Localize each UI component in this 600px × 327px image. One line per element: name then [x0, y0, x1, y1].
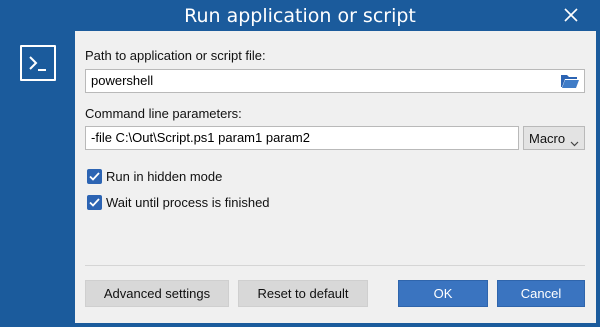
- checkmark-icon: [89, 172, 100, 181]
- run-application-dialog: Run application or script Path to applic…: [0, 0, 600, 327]
- path-label: Path to application or script file:: [85, 48, 266, 63]
- checkmark-icon: [89, 198, 100, 207]
- reset-default-button[interactable]: Reset to default: [238, 280, 368, 307]
- path-value: powershell: [91, 73, 154, 88]
- dialog-content: Path to application or script file: powe…: [75, 31, 596, 323]
- folder-open-icon[interactable]: [560, 72, 580, 90]
- dialog-title: Run application or script: [184, 5, 416, 27]
- hidden-mode-label: Run in hidden mode: [106, 169, 223, 184]
- wait-finish-checkbox[interactable]: [87, 195, 102, 210]
- close-icon[interactable]: [562, 6, 580, 24]
- sidebar: [0, 31, 75, 327]
- path-input[interactable]: powershell: [85, 69, 585, 93]
- chevron-down-icon: [570, 135, 579, 147]
- hidden-mode-checkbox[interactable]: [87, 169, 102, 184]
- params-label: Command line parameters:: [85, 106, 242, 121]
- terminal-icon: [20, 45, 56, 81]
- title-bar: Run application or script: [0, 0, 600, 31]
- advanced-settings-button[interactable]: Advanced settings: [85, 280, 229, 307]
- params-input[interactable]: -file C:\Out\Script.ps1 param1 param2: [85, 126, 519, 150]
- footer-divider: [85, 265, 585, 266]
- params-value: -file C:\Out\Script.ps1 param1 param2: [91, 130, 310, 145]
- wait-finish-label: Wait until process is finished: [106, 195, 270, 210]
- ok-button[interactable]: OK: [398, 280, 488, 307]
- cancel-button[interactable]: Cancel: [497, 280, 585, 307]
- macro-label: Macro: [529, 131, 566, 146]
- macro-dropdown[interactable]: Macro: [523, 126, 585, 150]
